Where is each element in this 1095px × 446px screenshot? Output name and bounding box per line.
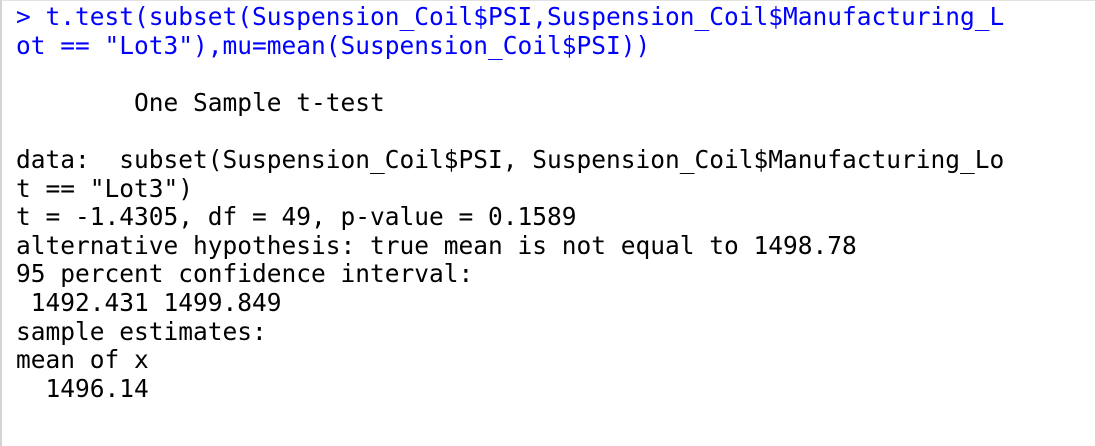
estimate-value: 1496.14 xyxy=(16,373,149,403)
test-statistics: t = -1.4305, df = 49, p-value = 0.1589 xyxy=(16,202,577,232)
sample-estimates-label: sample estimates: xyxy=(16,316,267,346)
alternative-hypothesis: alternative hypothesis: true mean is not… xyxy=(16,230,857,260)
confidence-interval-values: 1492.431 1499.849 xyxy=(16,287,282,317)
command-text-1: t.test(subset(Suspension_Coil$PSI,Suspen… xyxy=(30,2,1005,31)
test-title: One Sample t-test xyxy=(16,87,385,117)
estimate-header: mean of x xyxy=(16,345,149,375)
command-line-1: > t.test(subset(Suspension_Coil$PSI,Susp… xyxy=(16,2,1095,32)
r-console: > t.test(subset(Suspension_Coil$PSI,Susp… xyxy=(0,0,1095,446)
data-line-2: t == "Lot3") xyxy=(16,173,194,203)
prompt-symbol: > xyxy=(16,2,31,31)
command-line-2: ot == "Lot3"),mu=mean(Suspension_Coil$PS… xyxy=(16,30,651,60)
confidence-interval-label: 95 percent confidence interval: xyxy=(16,259,474,289)
data-line-1: data: subset(Suspension_Coil$PSI, Suspen… xyxy=(16,144,1005,174)
